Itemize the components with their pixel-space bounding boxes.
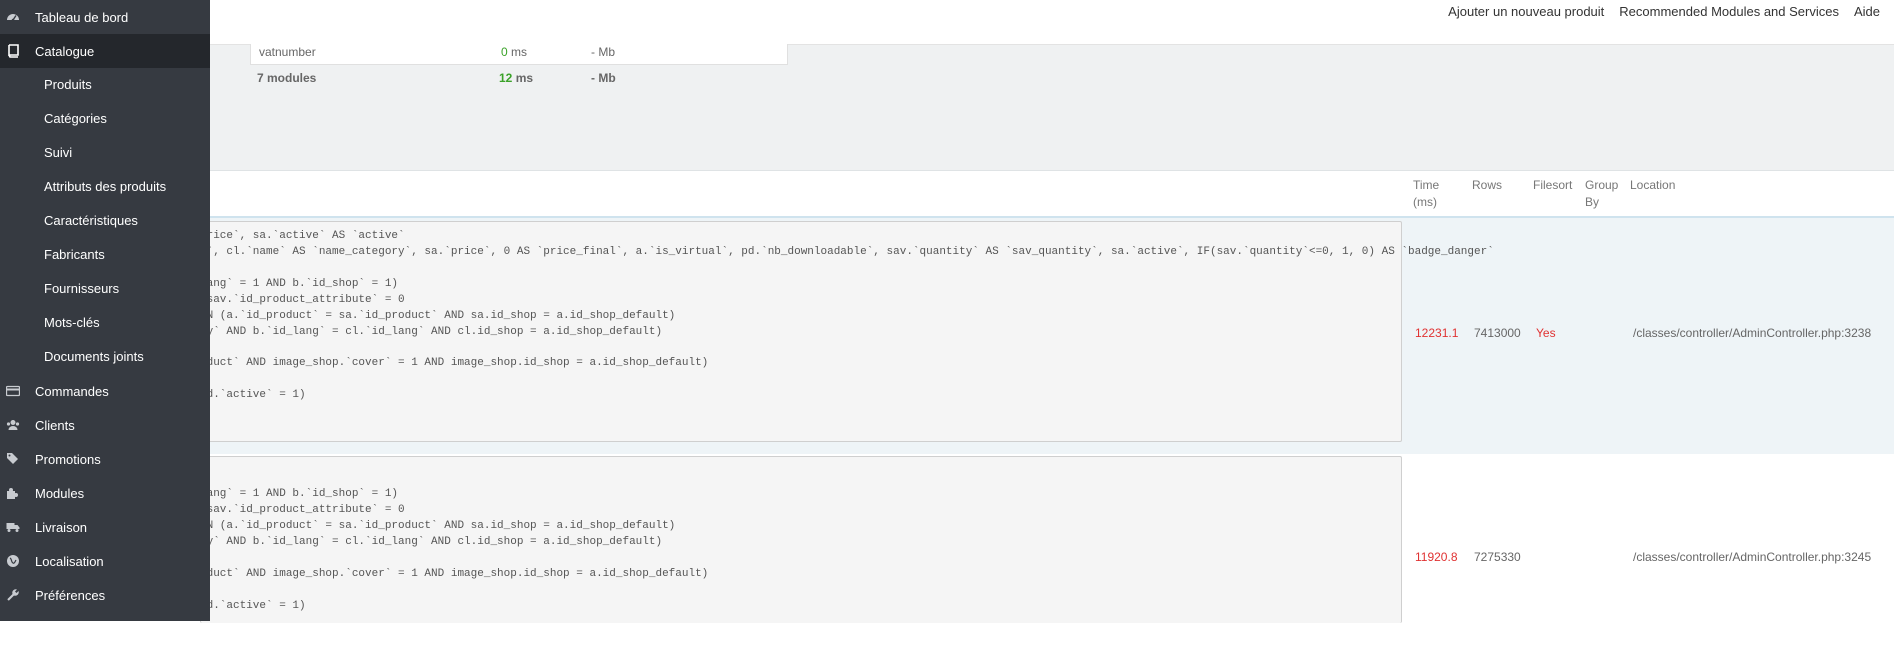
modules-total-ms: 12 ms xyxy=(499,71,533,85)
query-rows: 7413000 xyxy=(1474,326,1521,340)
code-line: lang` = 1 AND b.`id_shop` = 1) xyxy=(200,278,399,290)
tags-icon xyxy=(6,452,20,466)
dashboard-icon xyxy=(6,10,20,24)
book-icon xyxy=(6,44,20,58)
modules-total-name: 7 modules xyxy=(257,71,317,85)
code-line: e`, cl.`name` AS `name_category`, sa.`pr… xyxy=(200,246,1494,258)
code-line: lang` = 1 AND b.`id_shop` = 1) xyxy=(200,488,399,500)
submenu-item-tracking[interactable]: Suivi xyxy=(44,136,72,170)
code-line: oduct` AND image_shop.`cover` = 1 AND im… xyxy=(200,357,709,369)
sidebar-item-label: Commandes xyxy=(35,383,109,399)
code-line: price`, sa.`active` AS `active` xyxy=(200,230,405,242)
submenu-item-products[interactable]: Produits xyxy=(44,68,92,102)
truck-icon xyxy=(6,520,20,534)
submenu-item-manufacturers[interactable]: Fabricants xyxy=(44,238,105,272)
query-rows: 7275330 xyxy=(1474,550,1521,564)
header-location: Location xyxy=(1630,178,1676,192)
credit-card-icon xyxy=(6,384,20,398)
header-rows: Rows xyxy=(1472,178,1503,192)
module-ms-unit: ms xyxy=(511,45,528,59)
modules-total-ms-value: 12 xyxy=(499,71,513,85)
query-location: /classes/controller/AdminController.php:… xyxy=(1633,550,1872,564)
sql-queries-table: Time (ms) Rows Filesort Group By Location … xyxy=(0,170,1894,623)
submenu-item-tags[interactable]: Mots-clés xyxy=(44,306,100,340)
sidebar-item-promotions[interactable]: Promotions xyxy=(0,442,210,476)
submenu-item-attributes[interactable]: Attributs des produits xyxy=(44,170,166,204)
module-ms: 0 ms xyxy=(501,45,527,59)
code-line: oduct` AND image_shop.`cover` = 1 AND im… xyxy=(200,568,709,580)
sidebar-item-customers[interactable]: Clients xyxy=(0,408,210,442)
code-line: ry` AND b.`id_lang` = cl.`id_lang` AND c… xyxy=(200,536,663,548)
submenu-item-categories[interactable]: Catégories xyxy=(44,102,107,136)
top-header: Ajouter un nouveau produit Recommended M… xyxy=(0,0,1894,45)
sidebar-item-label: Catalogue xyxy=(35,43,95,59)
query-time: 12231.1 xyxy=(1415,326,1459,340)
query-location: /classes/controller/AdminController.php:… xyxy=(1633,326,1872,340)
sidebar-item-modules[interactable]: Modules xyxy=(0,476,210,510)
query-time: 11920.8 xyxy=(1415,550,1458,564)
sidebar-item-orders[interactable]: Commandes xyxy=(0,374,210,408)
modules-total-ms-unit: ms xyxy=(515,71,534,85)
add-product-link[interactable]: Ajouter un nouveau produit xyxy=(1448,4,1604,19)
query-filesort: Yes xyxy=(1536,326,1556,340)
top-nav: Ajouter un nouveau produit Recommended M… xyxy=(1448,4,1880,19)
table-row: price`, sa.`active` AS `active` e`, cl.`… xyxy=(0,216,1894,456)
submenu-item-attachments[interactable]: Documents joints xyxy=(44,340,144,374)
header-filesort: Filesort xyxy=(1533,178,1573,192)
sidebar-item-label: Localisation xyxy=(35,553,104,569)
sidebar-item-dashboard[interactable]: Tableau de bord xyxy=(0,0,210,34)
sidebar: Tableau de bord Catalogue Produits Catég… xyxy=(0,0,210,621)
sidebar-item-localization[interactable]: Localisation xyxy=(0,544,210,578)
code-line: sav.`id_product_attribute` = 0 xyxy=(200,294,405,306)
code-line: pd.`active` = 1) xyxy=(200,600,306,612)
module-ms-value: 0 xyxy=(501,45,508,59)
module-name: vatnumber xyxy=(259,45,316,59)
recommended-modules-link[interactable]: Recommended Modules and Services xyxy=(1619,4,1839,19)
sidebar-item-label: Préférences xyxy=(35,587,106,603)
module-mb: - Mb xyxy=(591,45,615,59)
submenu-item-suppliers[interactable]: Fournisseurs xyxy=(44,272,119,306)
sidebar-item-shipping[interactable]: Livraison xyxy=(0,510,210,544)
sidebar-item-label: Promotions xyxy=(35,451,101,467)
code-line: ry` AND b.`id_lang` = cl.`id_lang` AND c… xyxy=(200,326,663,338)
sidebar-item-label: Livraison xyxy=(35,519,88,535)
submenu-item-features[interactable]: Caractéristiques xyxy=(44,204,138,238)
globe-icon xyxy=(6,554,20,568)
users-icon xyxy=(6,418,20,432)
sidebar-item-catalogue[interactable]: Catalogue xyxy=(0,34,210,68)
sidebar-item-preferences[interactable]: Préférences xyxy=(0,578,210,612)
modules-total-mb: - Mb xyxy=(591,71,616,85)
puzzle-icon xyxy=(6,486,20,500)
sidebar-item-label: Tableau de bord xyxy=(35,9,129,25)
code-line: ON (a.`id_product` = sa.`id_product` AND… xyxy=(200,520,676,532)
sidebar-item-label: Clients xyxy=(35,417,75,433)
code-line: sav.`id_product_attribute` = 0 xyxy=(200,504,405,516)
code-line: pd.`active` = 1) xyxy=(200,389,306,401)
wrench-icon xyxy=(6,588,20,602)
header-time: Time (ms) xyxy=(1413,178,1440,209)
code-line: ON (a.`id_product` = sa.`id_product` AND… xyxy=(200,310,676,322)
header-groupby: Group By xyxy=(1585,178,1619,209)
sidebar-item-label: Modules xyxy=(35,485,85,501)
help-link[interactable]: Aide xyxy=(1854,4,1880,19)
